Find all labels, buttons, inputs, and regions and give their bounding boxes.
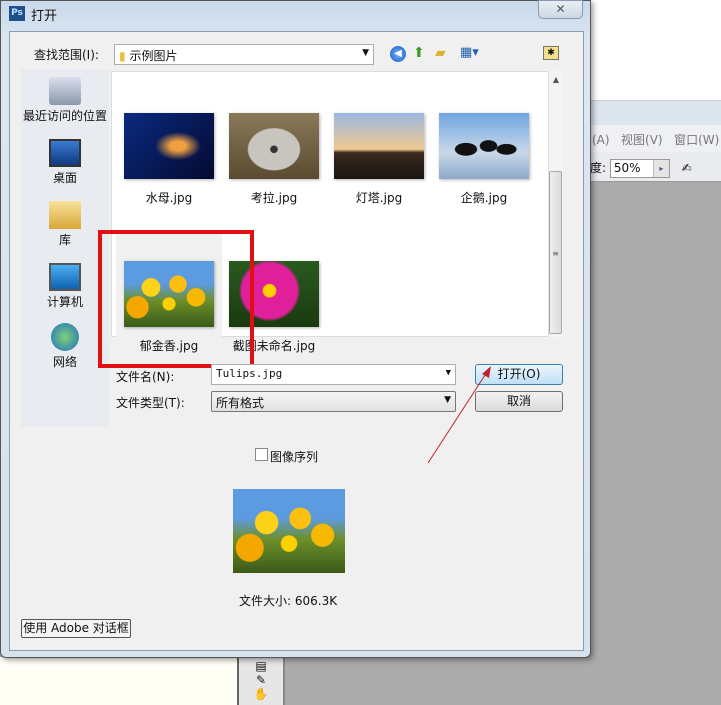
place-library[interactable]: 库 xyxy=(21,201,109,248)
options-bar: 度: 50% ▸ ✍ xyxy=(590,152,721,182)
look-in-value: 示例图片 xyxy=(129,49,178,63)
dialog-title: 打开 xyxy=(31,9,58,24)
desktop-icon xyxy=(49,139,81,167)
file-name: 考拉.jpg xyxy=(250,191,298,205)
up-folder-icon[interactable]: ⬆ xyxy=(413,45,425,61)
filetype-value: 所有格式 xyxy=(216,396,265,410)
filetype-dropdown[interactable]: 所有格式 ▼ xyxy=(211,391,456,412)
file-size: 文件大小: 606.3K xyxy=(239,594,338,608)
place-label: 网络 xyxy=(52,355,77,369)
brush-pen-icon[interactable]: ✍ xyxy=(682,161,692,175)
computer-icon xyxy=(49,263,81,291)
filename-label: 文件名(N): xyxy=(116,370,175,384)
cancel-button[interactable]: 取消 xyxy=(475,391,563,412)
preview-image xyxy=(233,489,345,573)
chevron-down-icon: ▼ xyxy=(444,395,451,405)
menu-item[interactable]: (A) xyxy=(592,133,610,147)
place-label: 最近访问的位置 xyxy=(22,109,107,123)
look-in-dropdown[interactable]: ▮ 示例图片 ▼ xyxy=(114,44,374,65)
place-desktop[interactable]: 桌面 xyxy=(21,139,109,186)
file-item[interactable]: 企鹅.jpg xyxy=(434,113,534,206)
option-label: 度: xyxy=(590,161,607,175)
scrollbar-thumb[interactable]: ≡ xyxy=(549,171,562,334)
look-in-label: 查找范围(I): xyxy=(34,48,99,62)
back-icon[interactable]: ◀ xyxy=(390,46,406,62)
eyedropper-tool-icon[interactable]: ✎ xyxy=(239,673,283,687)
file-item[interactable]: 水母.jpg xyxy=(119,113,219,206)
place-label: 桌面 xyxy=(52,171,77,185)
background-titlebar xyxy=(590,100,721,125)
filename-value: Tulips.jpg xyxy=(216,367,283,380)
file-item[interactable]: 灯塔.jpg xyxy=(329,113,429,206)
library-icon xyxy=(49,201,81,229)
file-name: 水母.jpg xyxy=(145,191,193,205)
menu-window[interactable]: 窗口(W) xyxy=(674,133,719,147)
highlight-annotation xyxy=(98,230,254,368)
file-item[interactable]: 考拉.jpg xyxy=(224,113,324,206)
hand-tool-icon[interactable]: ✋ xyxy=(239,687,283,701)
background-area xyxy=(0,657,237,705)
place-computer[interactable]: 计算机 xyxy=(21,263,109,310)
file-name: 灯塔.jpg xyxy=(355,191,403,205)
open-dialog: Ps 打开 ✕ 查找范围(I): ▮ 示例图片 ▼ ◀ ⬆ ▰ ▦▾ ✱ 最近访… xyxy=(0,0,591,658)
view-menu-icon[interactable]: ▦▾ xyxy=(460,45,479,60)
background-window xyxy=(590,0,721,100)
koala-thumbnail xyxy=(229,113,319,179)
notes-tool-icon[interactable]: ▤ xyxy=(239,659,283,673)
place-label: 计算机 xyxy=(46,295,83,309)
scroll-up-icon[interactable]: ▲ xyxy=(549,75,563,84)
zoom-value: 50% xyxy=(613,161,641,175)
place-recent[interactable]: 最近访问的位置 xyxy=(21,77,109,124)
zoom-field[interactable]: 50% ▸ xyxy=(609,159,670,178)
arrow-right-icon[interactable]: ▸ xyxy=(652,160,669,177)
filetype-label: 文件类型(T): xyxy=(116,396,185,410)
place-network[interactable]: 网络 xyxy=(21,323,109,370)
place-label: 库 xyxy=(58,233,71,247)
chevron-down-icon: ▼ xyxy=(362,48,369,58)
network-icon xyxy=(51,323,79,351)
new-folder-icon[interactable]: ▰ xyxy=(435,45,446,61)
open-button[interactable]: 打开(O) xyxy=(475,364,563,385)
lighthouse-thumbnail xyxy=(334,113,424,179)
use-adobe-dialog-button[interactable]: 使用 Adobe 对话框 xyxy=(21,619,131,638)
tools-panel: ▤ ✎ ✋ xyxy=(237,657,285,705)
file-name: 企鹅.jpg xyxy=(460,191,508,205)
close-button[interactable]: ✕ xyxy=(538,0,583,19)
folder-icon: ▮ xyxy=(119,49,126,63)
photoshop-icon: Ps xyxy=(9,6,25,21)
chevron-down-icon: ▼ xyxy=(445,368,451,378)
favorite-folder-icon[interactable]: ✱ xyxy=(543,46,559,60)
jellyfish-thumbnail xyxy=(124,113,214,179)
image-sequence-label: 图像序列 xyxy=(270,450,319,464)
image-sequence-checkbox[interactable] xyxy=(255,448,268,461)
filename-input[interactable]: Tulips.jpg ▼ xyxy=(211,364,456,385)
menu-view[interactable]: 视图(V) xyxy=(621,133,663,147)
places-bar: 最近访问的位置 桌面 库 计算机 网络 xyxy=(21,69,109,427)
recent-places-icon xyxy=(49,77,81,105)
penguins-thumbnail xyxy=(439,113,529,179)
background-menubar: (A) 视图(V) 窗口(W) xyxy=(590,125,721,152)
